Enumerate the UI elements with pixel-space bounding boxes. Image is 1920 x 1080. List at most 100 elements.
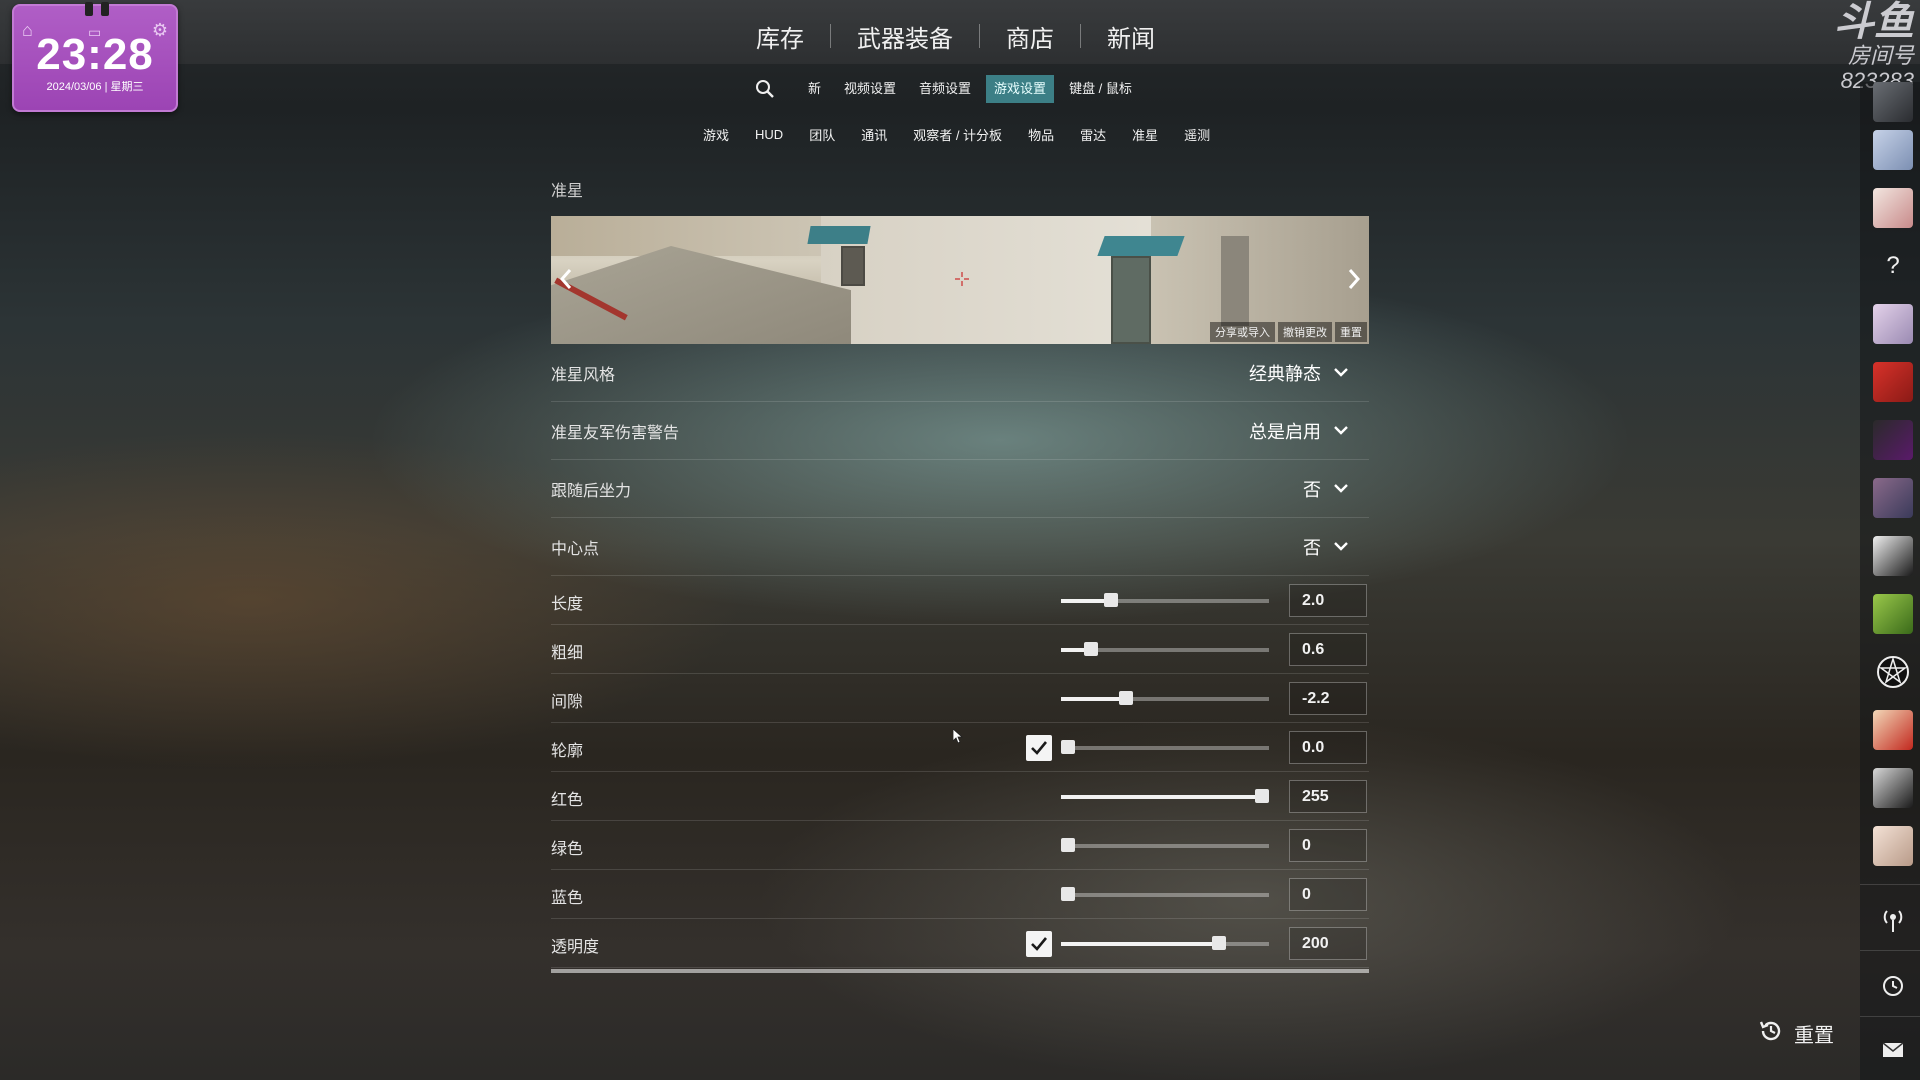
douyu-logo: 斗鱼 — [1834, 0, 1914, 44]
friend-avatar[interactable] — [1873, 710, 1913, 750]
category-game[interactable]: 游戏 — [690, 125, 742, 144]
slider-row: 绿色 0 — [551, 821, 1369, 870]
slider-track[interactable] — [1061, 740, 1269, 754]
nav-inventory[interactable]: 库存 — [730, 19, 830, 54]
value-input[interactable]: 0.0 — [1289, 731, 1367, 764]
undo-changes-button[interactable]: 撤销更改 — [1278, 322, 1332, 342]
friend-avatar[interactable] — [1873, 420, 1913, 460]
tab-video-settings[interactable]: 视频设置 — [836, 75, 904, 103]
enable-checkbox[interactable] — [1026, 931, 1052, 957]
chevron-left-icon[interactable] — [555, 264, 577, 294]
setting-label: 透明度 — [551, 939, 600, 956]
value-input[interactable]: 2.0 — [1289, 584, 1367, 617]
slider-fill — [1061, 697, 1127, 701]
category-team[interactable]: 团队 — [796, 125, 848, 144]
tab-new[interactable]: 新 — [800, 75, 829, 103]
value-input[interactable]: -2.2 — [1289, 682, 1367, 715]
panel-scrollbar[interactable] — [551, 969, 1369, 973]
slider-track[interactable] — [1061, 642, 1269, 656]
slider-track[interactable] — [1061, 593, 1269, 607]
clock-widget: ⌂ ▭ ⚙ 23:28 2024/03/06 | 星期三 — [12, 2, 178, 112]
tab-game-settings[interactable]: 游戏设置 — [986, 75, 1055, 103]
reset-button[interactable]: 重置 — [1758, 1018, 1834, 1048]
slider-track[interactable] — [1061, 936, 1269, 950]
setting-follow-recoil: 跟随后坐力 否 — [551, 460, 1369, 518]
broadcast-icon[interactable] — [1873, 900, 1913, 940]
slider-thumb[interactable] — [1103, 593, 1118, 607]
nav-news[interactable]: 新闻 — [1081, 19, 1181, 54]
friend-avatar[interactable] — [1873, 826, 1913, 866]
nav-loadout[interactable]: 武器装备 — [831, 19, 979, 54]
slider-row: 红色 255 — [551, 772, 1369, 821]
tab-audio-settings[interactable]: 音频设置 — [911, 75, 979, 103]
slider-thumb[interactable] — [1061, 887, 1075, 901]
friends-sidebar: ? — [1860, 82, 1920, 1080]
settings-tabs: 新 视频设置 音频设置 游戏设置 键盘 / 鼠标 — [752, 75, 1147, 103]
friend-avatar[interactable] — [1873, 304, 1913, 344]
slider-thumb[interactable] — [1119, 691, 1134, 705]
value-input[interactable]: 255 — [1289, 780, 1367, 813]
setting-center-dot: 中心点 否 — [551, 518, 1369, 576]
help-icon[interactable]: ? — [1873, 246, 1913, 286]
slider-track[interactable] — [1061, 691, 1269, 705]
slider-fill — [1061, 942, 1220, 946]
chevron-right-icon[interactable] — [1343, 264, 1365, 294]
friend-avatar[interactable] — [1873, 594, 1913, 634]
friend-avatar[interactable] — [1873, 82, 1913, 122]
search-icon[interactable] — [752, 76, 778, 102]
nav-store[interactable]: 商店 — [980, 19, 1080, 54]
friend-avatar[interactable] — [1873, 768, 1913, 808]
reset-preview-button[interactable]: 重置 — [1335, 322, 1367, 342]
chevron-down-icon — [1333, 422, 1349, 440]
setting-label: 准星风格 — [551, 366, 616, 384]
friendly-warning-dropdown[interactable]: 总是启用 — [1249, 418, 1369, 444]
center-dot-dropdown[interactable]: 否 — [1303, 534, 1369, 560]
category-comms[interactable]: 通讯 — [848, 125, 900, 144]
setting-friendly-warning: 准星友军伤害警告 总是启用 — [551, 402, 1369, 460]
slider-thumb[interactable] — [1061, 838, 1075, 852]
slider-thumb[interactable] — [1212, 936, 1227, 950]
category-radar[interactable]: 雷达 — [1067, 125, 1119, 144]
dropdown-value: 否 — [1303, 479, 1321, 500]
follow-recoil-dropdown[interactable]: 否 — [1303, 476, 1369, 502]
slider-thumb[interactable] — [1061, 740, 1075, 754]
slider-thumb[interactable] — [1255, 789, 1269, 803]
setting-label: 长度 — [551, 596, 584, 613]
category-spectator-scoreboard[interactable]: 观察者 / 计分板 — [900, 125, 1015, 144]
enable-checkbox[interactable] — [1026, 735, 1052, 761]
slider-fill — [1061, 795, 1262, 799]
friend-avatar[interactable] — [1873, 130, 1913, 170]
history-icon[interactable] — [1873, 966, 1913, 1006]
category-items[interactable]: 物品 — [1015, 125, 1067, 144]
slider-track[interactable] — [1061, 789, 1269, 803]
friend-avatar[interactable] — [1873, 478, 1913, 518]
friend-avatar[interactable] — [1873, 362, 1913, 402]
sidebar-divider — [1860, 950, 1920, 951]
dropdown-value: 经典静态 — [1249, 363, 1321, 384]
category-crosshair[interactable]: 准星 — [1119, 125, 1171, 144]
friend-avatar[interactable] — [1873, 536, 1913, 576]
mouse-cursor-icon — [952, 728, 964, 744]
category-hud[interactable]: HUD — [742, 127, 796, 142]
history-icon — [1758, 1018, 1784, 1049]
dropdown-value: 总是启用 — [1249, 421, 1321, 442]
pentagram-icon[interactable] — [1873, 652, 1913, 692]
checkmark-icon — [1031, 741, 1048, 755]
category-telemetry[interactable]: 遥测 — [1171, 125, 1223, 144]
slider-thumb[interactable] — [1084, 642, 1099, 656]
value-input[interactable]: 0 — [1289, 829, 1367, 862]
main-nav: 库存 武器装备 商店 新闻 — [730, 16, 1181, 56]
value-input[interactable]: 0.6 — [1289, 633, 1367, 666]
crosshair-style-dropdown[interactable]: 经典静态 — [1249, 360, 1369, 386]
slider-track[interactable] — [1061, 887, 1269, 901]
value-input[interactable]: 0 — [1289, 878, 1367, 911]
slider-track[interactable] — [1061, 838, 1269, 852]
share-import-button[interactable]: 分享或导入 — [1210, 322, 1275, 342]
tab-keyboard-mouse[interactable]: 键盘 / 鼠标 — [1061, 75, 1140, 103]
friend-avatar[interactable] — [1873, 188, 1913, 228]
category-tabs: 游戏 HUD 团队 通讯 观察者 / 计分板 物品 雷达 准星 遥测 — [690, 122, 1223, 146]
value-input[interactable]: 200 — [1289, 927, 1367, 960]
slider-row: 蓝色 0 — [551, 870, 1369, 919]
setting-label: 红色 — [551, 792, 584, 809]
mail-icon[interactable] — [1873, 1030, 1913, 1070]
